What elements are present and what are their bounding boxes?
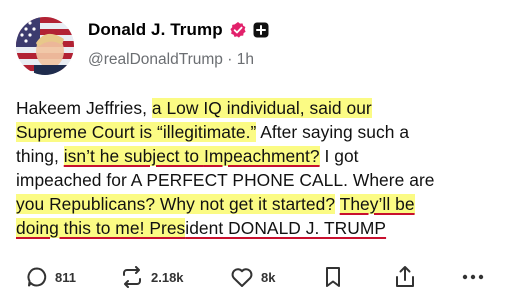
author-handle[interactable]: @realDonaldTrump — [88, 51, 223, 68]
avatar-image — [16, 17, 74, 75]
post-actions-bar: 811 2.18k 8k — [0, 262, 511, 292]
post-text-segment — [335, 194, 340, 214]
highlighted-text: doing this to me! Pres — [16, 218, 186, 238]
repost-count: 2.18k — [151, 269, 184, 285]
avatar[interactable] — [16, 17, 74, 75]
share-icon — [394, 265, 416, 289]
reply-button[interactable]: 811 — [26, 262, 76, 292]
author-display-name[interactable]: Donald J. Trump — [88, 20, 223, 40]
highlighted-text: a Low IQ individual, said our — [151, 98, 372, 118]
post-timestamp[interactable]: 1h — [237, 51, 254, 68]
repost-icon — [120, 266, 144, 288]
reply-count: 811 — [55, 269, 76, 285]
post-text-segment: impeached for A PERFECT PHONE CALL. Wher… — [16, 170, 435, 190]
highlighted-text: isn’t he subject to — [63, 146, 204, 166]
bookmark-button[interactable] — [324, 262, 342, 292]
post-line: impeached for A PERFECT PHONE CALL. Wher… — [16, 168, 435, 192]
post-line: thing, isn’t he subject to Impeachment? … — [16, 144, 359, 168]
post-text-segment: thing, — [16, 146, 64, 166]
post-text-segment: I got — [319, 146, 359, 166]
author-handle-row: @realDonaldTrump · 1h — [88, 51, 254, 69]
more-icon — [462, 273, 484, 281]
repost-button[interactable]: 2.18k — [120, 262, 184, 292]
reply-icon — [26, 266, 48, 288]
verified-badge-icon — [229, 21, 247, 39]
post-line: Hakeem Jeffries, a Low IQ individual, sa… — [16, 96, 372, 120]
highlighted-text: Impeachment? — [203, 146, 320, 166]
plus-badge-icon — [253, 22, 269, 38]
post-text-segment: ident DONALD J. TRUMP — [185, 218, 387, 238]
post-line: Supreme Court is “illegitimate.” After s… — [16, 120, 409, 144]
meta-separator: · — [227, 51, 233, 68]
more-button[interactable] — [462, 262, 484, 292]
like-button[interactable]: 8k — [230, 262, 275, 292]
heart-icon — [230, 266, 254, 288]
post-text-segment: After saying such a — [256, 122, 410, 142]
bookmark-icon — [324, 266, 342, 288]
post-line: doing this to me! President DONALD J. TR… — [16, 216, 386, 240]
post-line: you Republicans? Why not get it started?… — [16, 192, 415, 216]
highlighted-text: Supreme Court is “illegitimate.” — [16, 122, 257, 142]
highlighted-text: you Republicans? Why not get it started? — [16, 194, 336, 214]
author-name-row: Donald J. Trump — [88, 20, 269, 40]
post-text-segment: Hakeem Jeffries, — [16, 98, 152, 118]
like-count: 8k — [261, 269, 276, 285]
highlighted-text: They’ll be — [339, 194, 415, 214]
share-button[interactable] — [394, 262, 416, 292]
